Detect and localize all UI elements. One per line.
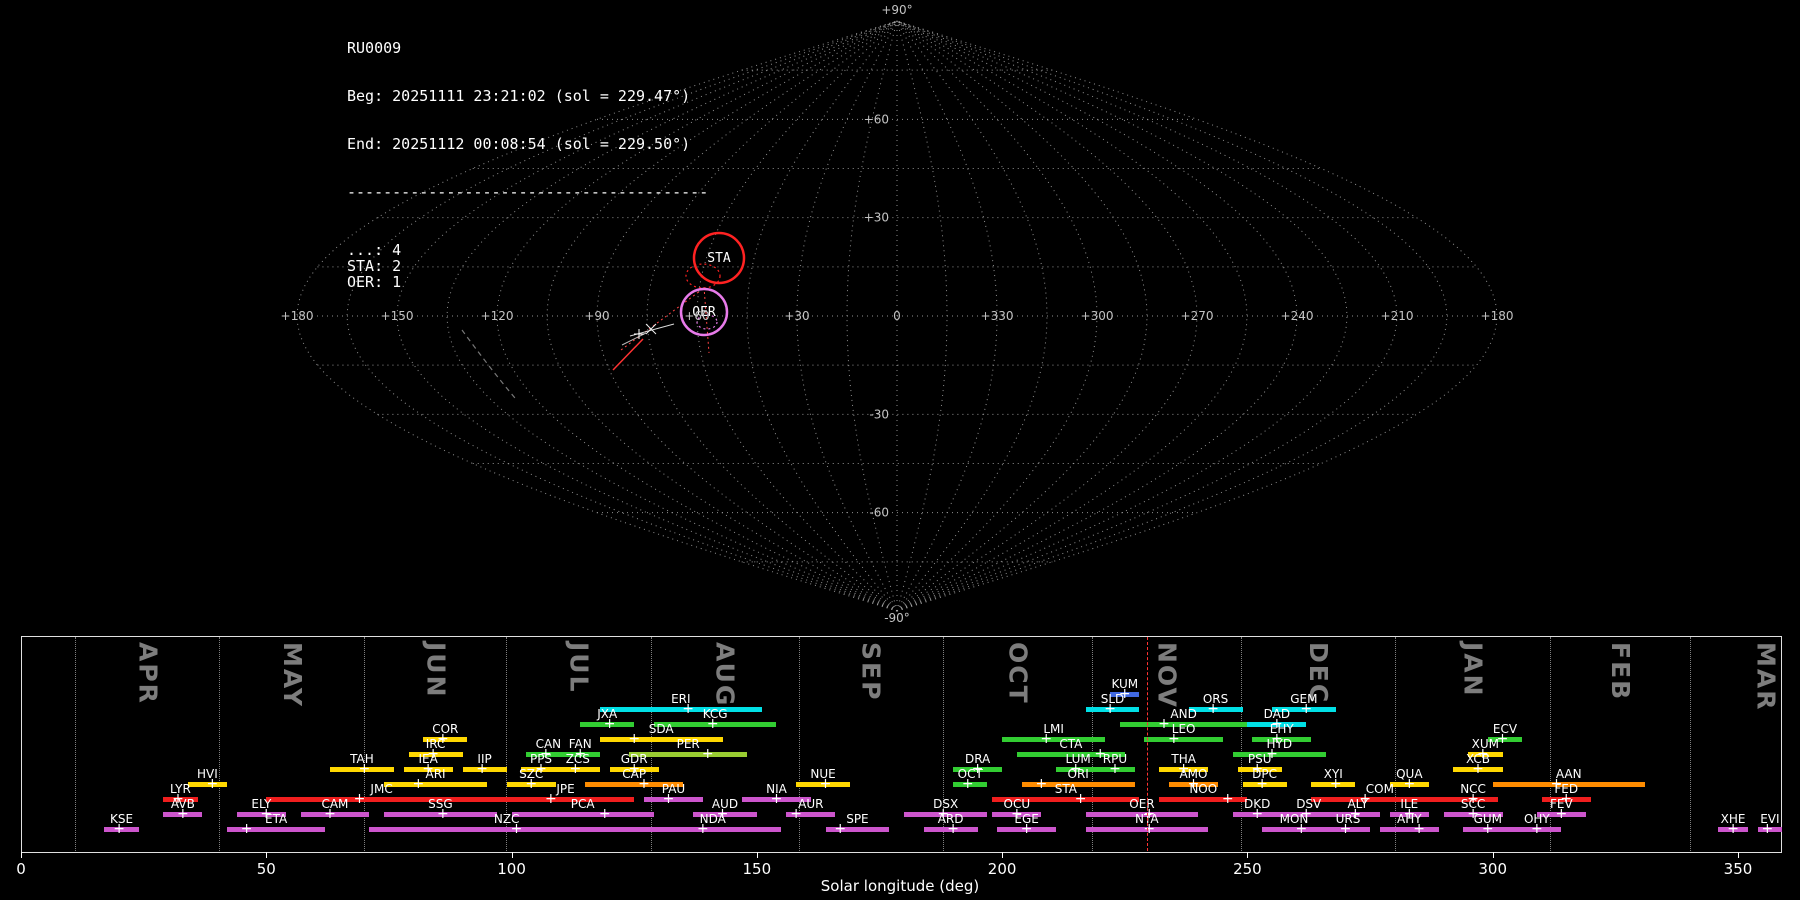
month-label: JUN bbox=[421, 642, 451, 699]
month-label: JAN bbox=[1458, 642, 1488, 698]
axis-tick-label: 100 bbox=[497, 860, 526, 878]
shower-peak-marker: + bbox=[598, 806, 611, 822]
axis-tick-label: 250 bbox=[1233, 860, 1262, 878]
shower-peak-marker: + bbox=[569, 761, 582, 777]
shower-peak-marker: + bbox=[1413, 821, 1425, 837]
month-label: SEP bbox=[856, 642, 886, 702]
axis-tick-label: 300 bbox=[1478, 860, 1508, 878]
shower-code-label: ERI bbox=[671, 692, 691, 706]
shower-peak-marker: + bbox=[1256, 776, 1268, 792]
current-sol-line bbox=[1146, 637, 1148, 851]
shower-code-label: STA bbox=[1054, 782, 1078, 796]
shower-peak-marker: + bbox=[662, 791, 675, 807]
shower-peak-marker: + bbox=[1481, 821, 1494, 837]
axis-tick-label: 200 bbox=[987, 860, 1017, 878]
month-label: AUG bbox=[710, 642, 740, 708]
shower-bar bbox=[644, 827, 782, 832]
axis-tick bbox=[511, 852, 513, 858]
shower-bar bbox=[1379, 827, 1439, 832]
shower-peak-marker: + bbox=[1104, 701, 1116, 717]
shower-peak-marker: + bbox=[1020, 821, 1033, 837]
shower-code-label: NZC bbox=[493, 812, 520, 826]
shower-code-label: HYD bbox=[1266, 737, 1293, 751]
shower-peak-marker: + bbox=[358, 761, 371, 777]
shower-peak-marker: + bbox=[1109, 761, 1121, 777]
axis-tick-label: 0 bbox=[16, 860, 26, 878]
shower-peak-marker: + bbox=[1295, 821, 1308, 837]
month-gridline bbox=[1241, 637, 1243, 851]
axis-tick bbox=[1492, 852, 1494, 858]
month-gridline bbox=[219, 637, 221, 851]
shower-peak-marker: + bbox=[437, 806, 449, 822]
shower-code-label: CTA bbox=[1059, 737, 1083, 751]
shower-code-label: AHY bbox=[1397, 812, 1422, 826]
shower-peak-marker: + bbox=[947, 821, 959, 837]
shower-code-label: OER bbox=[1129, 797, 1155, 811]
month-gridline bbox=[364, 637, 366, 851]
shower-code-label: LEO bbox=[1171, 722, 1196, 736]
axis-tick bbox=[1247, 852, 1249, 858]
axis-tick bbox=[1002, 852, 1004, 858]
shower-peak-marker: + bbox=[790, 806, 802, 822]
shower-peak-marker: + bbox=[834, 821, 847, 837]
month-label: MAR bbox=[1751, 642, 1781, 712]
month-label: OCT bbox=[1003, 642, 1033, 705]
axis-tick bbox=[266, 852, 268, 858]
axis-tick-label: 150 bbox=[742, 860, 772, 878]
axis-tick bbox=[1737, 852, 1739, 858]
shower-code-label: NDA bbox=[699, 812, 726, 826]
shower-peak-marker: + bbox=[412, 776, 425, 792]
x-axis-title: Solar longitude (deg) bbox=[820, 877, 980, 895]
shower-peak-marker: + bbox=[1329, 776, 1342, 792]
shower-bar bbox=[369, 827, 645, 832]
month-gridline bbox=[75, 637, 77, 851]
shower-peak-marker: + bbox=[701, 746, 714, 762]
shower-peak-marker: + bbox=[819, 776, 832, 792]
month-label: NOV bbox=[1152, 642, 1182, 709]
shower-peak-marker: + bbox=[603, 716, 616, 732]
shower-code-label: MON bbox=[1279, 812, 1309, 826]
shower-peak-marker: + bbox=[510, 821, 523, 837]
shower-code-label: LMI bbox=[1043, 722, 1064, 736]
shower-peak-marker: + bbox=[177, 806, 189, 822]
axis-tick bbox=[21, 852, 22, 858]
month-label: JUL bbox=[564, 642, 594, 694]
shower-peak-marker: + bbox=[476, 761, 488, 777]
shower-peak-marker: + bbox=[1339, 821, 1352, 837]
month-label: APR bbox=[133, 642, 163, 705]
shower-bar bbox=[1262, 827, 1326, 832]
axis-tick bbox=[756, 852, 758, 858]
shower-peak-marker: + bbox=[1143, 821, 1156, 837]
month-label: FEB bbox=[1606, 642, 1635, 702]
shower-peak-marker: + bbox=[324, 806, 336, 822]
shower-peak-marker: + bbox=[1167, 731, 1180, 747]
shower-peak-marker: + bbox=[961, 776, 974, 792]
shower-peak-marker: + bbox=[1761, 821, 1774, 837]
shower-peak-marker: + bbox=[697, 821, 709, 837]
shower-peak-marker: + bbox=[706, 716, 719, 732]
shower-peak-marker: + bbox=[113, 821, 125, 837]
shower-bar bbox=[1144, 737, 1223, 742]
shower-code-label: ORI bbox=[1067, 767, 1089, 781]
shower-peak-marker: + bbox=[1074, 791, 1087, 807]
radiant-map-screen: RU0009 Beg: 20251111 23:21:02 (sol = 229… bbox=[0, 0, 1800, 900]
axis-tick-label: 50 bbox=[256, 860, 276, 878]
shower-code-label: AAN bbox=[1555, 767, 1582, 781]
shower-peak-marker: + bbox=[1251, 806, 1264, 822]
month-gridline bbox=[1689, 637, 1691, 851]
shower-code-label: CAP bbox=[622, 767, 647, 781]
shower-peak-marker: + bbox=[628, 731, 641, 747]
axis-tick-label: 350 bbox=[1723, 860, 1753, 878]
shower-code-label: ETA bbox=[264, 812, 288, 826]
shower-peak-marker: + bbox=[1727, 821, 1739, 837]
shower-peak-marker: + bbox=[1472, 761, 1484, 777]
activity-timeline: Solar longitude (deg) APR MAY JUN JUL AUG SEP… bbox=[0, 0, 1800, 900]
shower-peak-marker: + bbox=[1530, 821, 1543, 837]
shower-peak-marker: + bbox=[240, 821, 253, 837]
month-label: MAY bbox=[277, 642, 307, 708]
month-gridline bbox=[650, 637, 652, 851]
